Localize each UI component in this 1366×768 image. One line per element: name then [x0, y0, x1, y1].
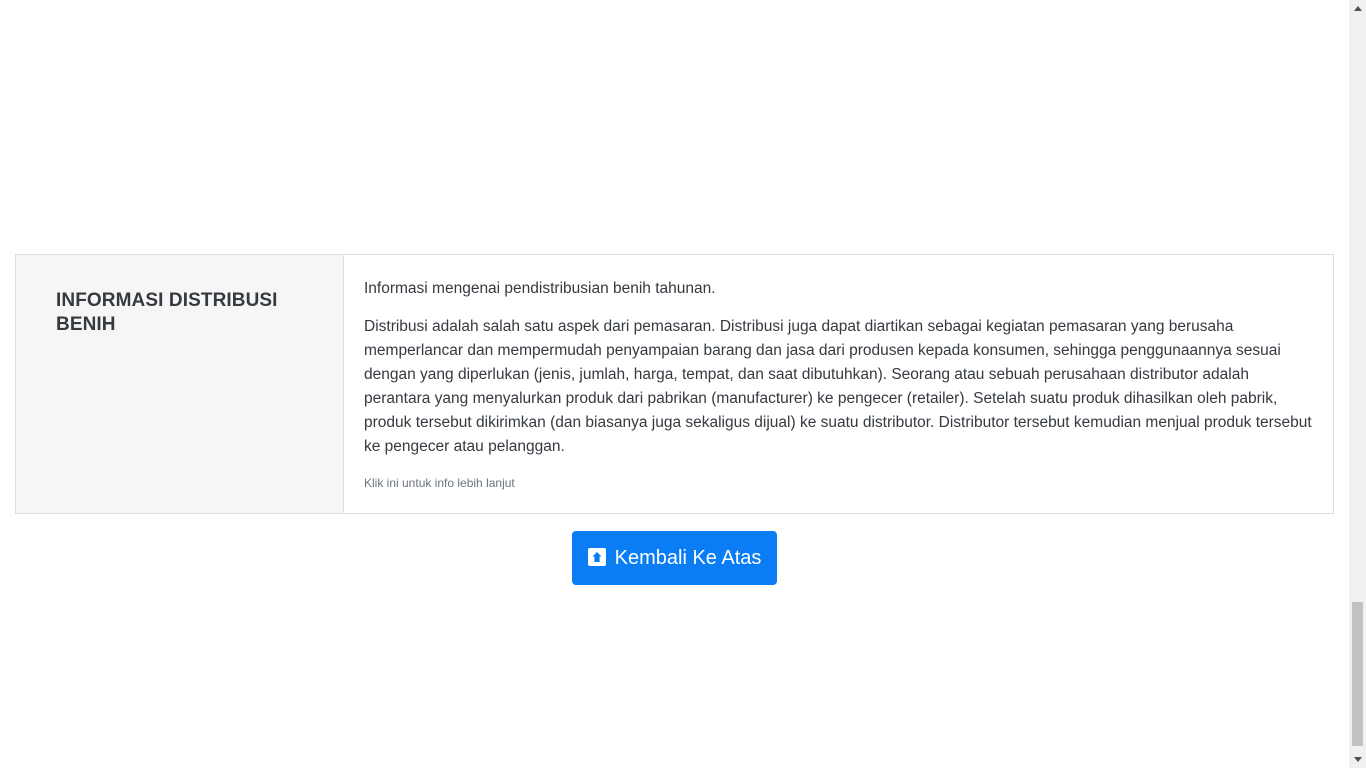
more-info-link[interactable]: Klik ini untuk info lebih lanjut [364, 475, 515, 491]
scroll-down-arrow-icon[interactable] [1349, 751, 1366, 768]
vertical-scrollbar[interactable] [1349, 0, 1366, 768]
info-description: Distribusi adalah salah satu aspek dari … [364, 318, 1312, 455]
page-viewport: INFORMASI DISTRIBUSI BENIH Informasi men… [0, 0, 1349, 768]
arrow-up-square-icon [587, 548, 606, 566]
back-to-top-button[interactable]: Kembali Ke Atas [572, 531, 777, 585]
info-body: Informasi mengenai pendistribusian benih… [344, 255, 1333, 513]
info-side-panel: INFORMASI DISTRIBUSI BENIH [16, 255, 344, 513]
info-card: INFORMASI DISTRIBUSI BENIH Informasi men… [15, 254, 1334, 514]
info-title: INFORMASI DISTRIBUSI BENIH [56, 290, 278, 335]
scroll-thumb[interactable] [1352, 602, 1363, 746]
scroll-up-arrow-icon[interactable] [1349, 0, 1366, 17]
back-to-top-label: Kembali Ke Atas [614, 546, 762, 569]
info-lead: Informasi mengenai pendistribusian benih… [364, 280, 716, 297]
